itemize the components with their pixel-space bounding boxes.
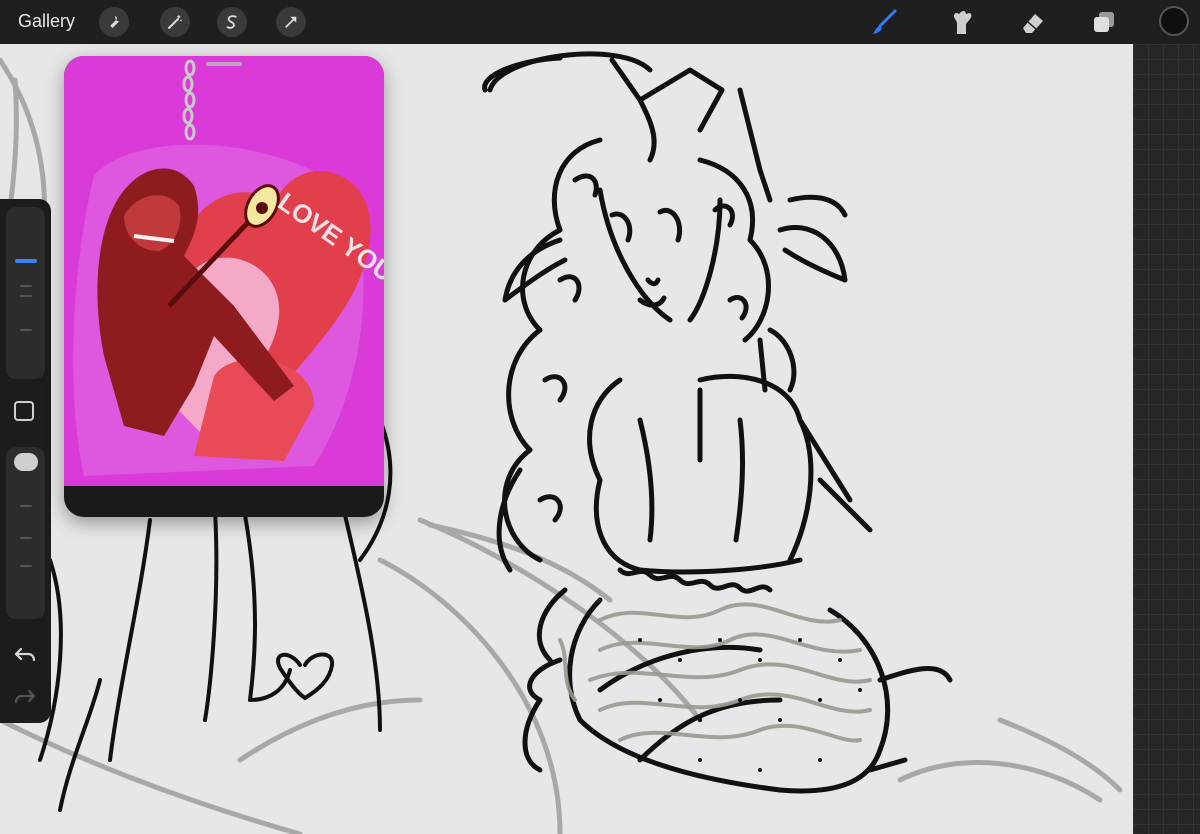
eraser-icon[interactable]: [1016, 5, 1050, 39]
transform-arrow-icon[interactable]: [276, 7, 306, 37]
modify-square-button[interactable]: [14, 401, 34, 421]
slider-tick: [20, 329, 32, 331]
top-toolbar: Gallery: [0, 0, 1200, 44]
slider-tick: [20, 537, 32, 539]
slider-tick: [20, 295, 32, 297]
redo-icon[interactable]: [13, 685, 37, 709]
slider-tick: [20, 285, 32, 287]
undo-icon[interactable]: [13, 643, 37, 667]
opacity-slider[interactable]: [6, 447, 45, 619]
color-picker-button[interactable]: [1159, 6, 1189, 36]
reference-image: LOVE YOUR SELF: [64, 56, 384, 486]
slider-tick: [20, 505, 32, 507]
selection-icon[interactable]: [217, 7, 247, 37]
canvas-grid-edge: [1133, 44, 1200, 834]
left-sidebar: [0, 199, 51, 723]
wrench-icon[interactable]: [99, 7, 129, 37]
slider-tick: [20, 565, 32, 567]
reference-window[interactable]: LOVE YOUR SELF: [64, 56, 384, 517]
keychain-illustration: LOVE YOUR SELF: [73, 59, 384, 476]
smudge-icon[interactable]: [945, 5, 979, 39]
window-grab-handle[interactable]: [206, 62, 242, 66]
magic-wand-icon[interactable]: [160, 7, 190, 37]
brush-size-slider[interactable]: [6, 207, 45, 379]
opacity-handle[interactable]: [14, 453, 38, 471]
gallery-button[interactable]: Gallery: [18, 11, 75, 32]
brush-size-handle[interactable]: [15, 259, 37, 263]
brush-icon[interactable]: [867, 5, 901, 39]
layers-icon[interactable]: [1087, 5, 1121, 39]
